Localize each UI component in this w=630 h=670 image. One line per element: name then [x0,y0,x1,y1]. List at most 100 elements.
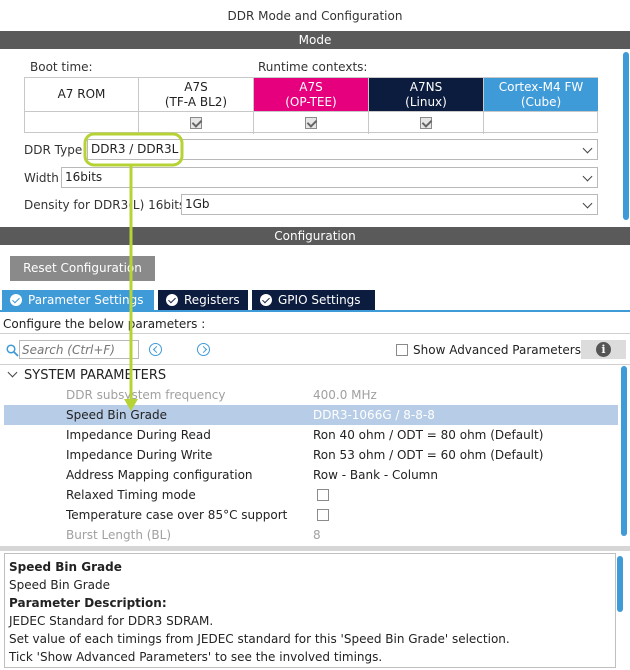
param-name: DDR subsystem frequency [66,388,226,402]
tab-parameter-settings[interactable]: Parameter Settings [2,290,154,310]
context-header: Cortex-M4 FW (Cube) [484,78,598,112]
context-sub: (TF-A BL2) [164,94,228,109]
density-label: Density for DDR3(L) 16bits [24,198,186,212]
ddr-type-value: DDR3 / DDR3L [91,142,179,156]
previous-result-icon[interactable] [149,343,162,356]
group-title: SYSTEM PARAMETERS [24,368,167,383]
runtime-contexts-label: Runtime contexts: [258,60,368,74]
search-toolbar: Show Advanced Parameters i [0,338,630,360]
next-result-icon[interactable] [197,343,210,356]
context-checkbox[interactable] [190,117,202,129]
info-icon: i [596,342,611,357]
param-name: Speed Bin Grade [66,408,168,422]
context-table: A7 ROM A7S (TF-A BL2) A7S (OP-TEE) A7NS … [24,77,598,134]
chevron-down-icon[interactable] [7,367,18,378]
tab-registers[interactable]: Registers [158,290,248,310]
param-row-temperature-85c[interactable]: Temperature case over 85°C support [4,505,618,525]
chevron-down-icon [582,143,593,154]
temperature-85c-checkbox[interactable] [317,509,329,521]
chevron-down-icon [582,198,593,209]
description-line: Tick 'Show Advanced Parameters' to see t… [9,650,383,664]
tab-label: GPIO Settings [278,293,361,307]
tab-gpio-settings[interactable]: GPIO Settings [252,290,375,310]
search-input[interactable] [19,340,139,359]
context-name: A7NS [409,79,443,94]
configure-bar: Configure the below parameters : [0,314,630,334]
param-value[interactable]: DDR3-1066G / 8-8-8 [313,405,435,425]
context-sub: (Linux) [405,94,447,109]
context-checkbox[interactable] [420,117,432,129]
show-advanced-label: Show Advanced Parameters [413,343,581,357]
param-value[interactable]: Row - Bank - Column [313,465,438,485]
width-value: 16bits [65,170,103,184]
density-select[interactable]: 1Gb [181,194,598,215]
ddr-type-label: DDR Type [24,143,83,157]
context-sub: (OP-TEE) [285,94,337,109]
param-row-burst-length[interactable]: Burst Length (BL) 8 [4,525,618,545]
param-name: Impedance During Write [66,448,213,462]
context-header: A7 ROM [25,78,138,112]
width-select[interactable]: 16bits [61,167,598,188]
reset-configuration-button[interactable]: Reset Configuration [10,256,155,281]
configuration-section-header: Configuration [0,227,630,245]
context-header: A7NS (Linux) [369,78,483,112]
description-line: Set value of each timings from JEDEC sta… [9,632,510,646]
context-header: A7S (TF-A BL2) [139,78,253,112]
info-button[interactable]: i [581,340,626,359]
param-row-relaxed-timing[interactable]: Relaxed Timing mode [4,485,618,505]
param-name: Address Mapping configuration [66,468,253,482]
boot-time-label: Boot time: [30,60,93,74]
param-name: Relaxed Timing mode [66,488,196,502]
context-cortex-m4: Cortex-M4 FW (Cube) [484,78,598,134]
width-label: Width [24,171,59,185]
check-circle-icon [260,294,272,306]
show-advanced-checkbox[interactable] [396,344,408,356]
description-heading: Parameter Description: [9,596,167,610]
tab-underline [0,310,630,312]
context-name: A7 ROM [57,87,106,101]
description-panel: Speed Bin Grade Speed Bin Grade Paramete… [4,553,616,668]
context-name: Cortex-M4 FW [498,79,584,94]
param-row-impedance-write[interactable]: Impedance During Write Ron 53 ohm / ODT … [4,445,618,465]
param-name: Burst Length (BL) [66,528,172,542]
chevron-down-icon [582,171,593,182]
param-value: 400.0 MHz [313,388,377,402]
parameter-scrollbar[interactable] [621,366,627,536]
check-circle-icon [10,294,22,306]
context-checkbox[interactable] [305,117,317,129]
context-name: A7S [184,79,208,94]
splitter[interactable] [0,546,630,551]
param-name: Temperature case over 85°C support [66,508,288,522]
description-line: JEDEC Standard for DDR3 SDRAM. [9,614,214,628]
context-a7s-optee: A7S (OP-TEE) [254,78,369,134]
param-name: Impedance During Read [66,428,211,442]
search-icon [6,344,19,357]
context-a7ns-linux: A7NS (Linux) [369,78,484,134]
group-system-parameters[interactable]: SYSTEM PARAMETERS [0,365,618,385]
context-header: A7S (OP-TEE) [254,78,368,112]
check-circle-icon [166,294,178,306]
configure-text: Configure the below parameters : [3,317,206,331]
description-subtitle: Speed Bin Grade [9,578,111,592]
density-value: 1Gb [185,197,210,211]
param-row-ddr-frequency[interactable]: DDR subsystem frequency 400.0 MHz [4,385,618,405]
tab-label: Registers [184,293,240,307]
description-scrollbar[interactable] [617,556,623,612]
tab-label: Parameter Settings [28,293,144,307]
context-a7s-tfa: A7S (TF-A BL2) [139,78,254,134]
context-a7rom: A7 ROM [25,78,139,134]
context-name: A7S [299,79,323,94]
param-value: 8 [313,528,321,542]
mode-scrollbar[interactable] [623,52,629,220]
param-value[interactable]: Ron 53 ohm / ODT = 60 ohm (Default) [313,445,543,465]
param-value[interactable]: Ron 40 ohm / ODT = 80 ohm (Default) [313,425,543,445]
mode-section-header: Mode [0,31,630,49]
param-row-address-mapping[interactable]: Address Mapping configuration Row - Bank… [4,465,618,485]
relaxed-timing-checkbox[interactable] [317,489,329,501]
window-title: DDR Mode and Configuration [0,0,630,30]
param-row-impedance-read[interactable]: Impedance During Read Ron 40 ohm / ODT =… [4,425,618,445]
description-title: Speed Bin Grade [9,560,122,574]
param-row-speed-bin-grade[interactable]: Speed Bin Grade DDR3-1066G / 8-8-8 [4,405,618,425]
ddr-type-select[interactable]: DDR3 / DDR3L [87,139,598,160]
context-sub: (Cube) [520,94,562,109]
